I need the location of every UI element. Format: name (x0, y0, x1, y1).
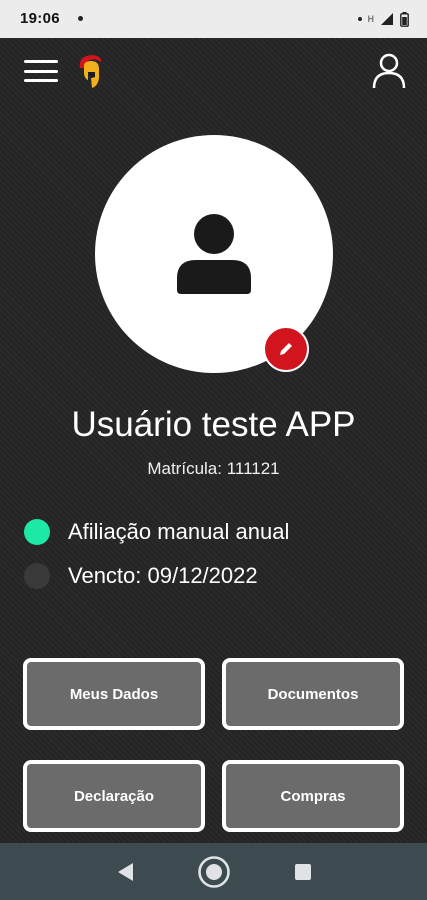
battery-icon (400, 11, 409, 27)
compras-button[interactable]: Compras (222, 760, 404, 832)
user-matricula: Matrícula: 111121 (147, 459, 280, 478)
status-bar-right: H (357, 11, 410, 27)
edit-photo-button[interactable] (263, 326, 309, 372)
profile-avatar (95, 135, 333, 373)
top-app-bar (0, 38, 427, 104)
membership-status-row: Afiliação manual anual (24, 519, 289, 545)
recents-button[interactable] (283, 852, 323, 892)
app-screen: Usuário teste APP Matrícula: 111121 Afil… (0, 38, 427, 843)
person-silhouette-icon (177, 214, 251, 294)
membership-label: Afiliação manual anual (68, 519, 290, 544)
home-button[interactable] (194, 852, 234, 892)
hamburger-menu-icon (24, 60, 58, 63)
meus-dados-button[interactable]: Meus Dados (23, 658, 205, 730)
pencil-icon (280, 343, 292, 355)
user-outline-icon[interactable] (371, 52, 407, 90)
system-navigation-bar (0, 843, 427, 900)
signal-icon (381, 13, 393, 25)
hamburger-menu-icon (24, 69, 58, 73)
status-indicator-active (24, 519, 50, 545)
notification-dot-icon (357, 17, 362, 21)
network-type-label: H (367, 14, 375, 24)
home-circle-icon (197, 855, 230, 888)
due-date-label: Vencto: 09/12/2022 (68, 563, 258, 588)
status-bar: 19:06 H (0, 0, 427, 38)
status-time: 19:06 (20, 10, 60, 27)
due-date-row: Vencto: 09/12/2022 (24, 563, 258, 589)
hamburger-menu-icon (24, 79, 58, 82)
status-indicator-inactive (24, 563, 50, 589)
back-button[interactable] (105, 852, 145, 892)
recents-square-icon (294, 863, 311, 880)
status-bar-left: 19:06 (20, 10, 84, 28)
spartan-helmet-logo (79, 55, 102, 88)
notification-dot-icon (78, 16, 84, 22)
declaracao-button[interactable]: Declaração (23, 760, 205, 832)
user-name: Usuário teste APP (71, 405, 356, 444)
back-triangle-icon (117, 862, 133, 881)
menu-button[interactable] (24, 60, 58, 82)
documentos-button[interactable]: Documentos (222, 658, 404, 730)
